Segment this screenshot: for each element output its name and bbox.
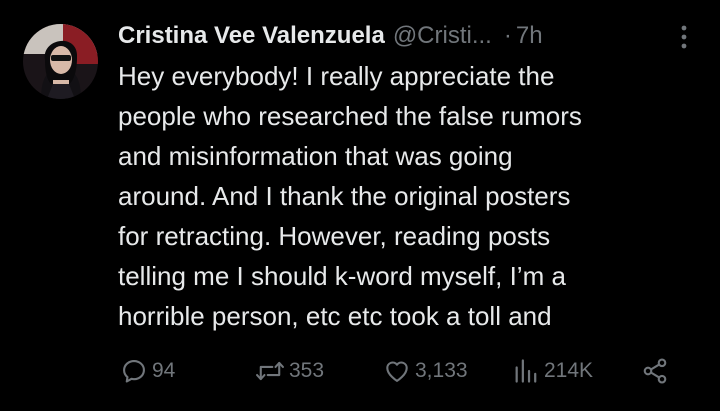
tweet-text-line: people who researched the false rumors — [118, 101, 582, 131]
like-button[interactable]: 3,133 — [383, 353, 468, 389]
tweet-text-line: horrible person, etc etc took a toll and — [118, 301, 552, 331]
repost-count: 353 — [289, 359, 325, 382]
repost-icon — [256, 361, 284, 381]
share-icon — [643, 358, 667, 384]
view-count: 214K — [544, 359, 594, 382]
tweet-text-line: Hey everybody! I really appreciate the — [118, 61, 555, 91]
header-separator: · — [503, 22, 512, 49]
avatar[interactable] — [23, 24, 98, 99]
views-button[interactable]: 214K — [512, 353, 593, 389]
reply-count: 94 — [152, 359, 176, 382]
more-vertical-icon — [681, 25, 687, 49]
tweet-text-line: around. And I thank the original posters — [118, 181, 571, 211]
like-count: 3,133 — [415, 359, 468, 382]
share-button[interactable] — [641, 353, 669, 389]
author-handle[interactable]: @Cristi... — [393, 22, 492, 50]
tweet-timestamp[interactable]: 7h — [516, 22, 543, 50]
more-options-button[interactable] — [672, 22, 696, 52]
repost-button[interactable]: 353 — [255, 353, 324, 389]
tweet-text-line: for retracting. However, reading posts — [118, 221, 551, 251]
like-icon — [386, 361, 408, 382]
author-display-name[interactable]: Cristina Vee Valenzuela — [118, 22, 385, 50]
views-icon — [515, 359, 537, 383]
tweet-text: Hey everybody! I really appreciate the p… — [118, 56, 698, 336]
reply-icon — [123, 360, 145, 383]
avatar-image — [23, 24, 98, 99]
tweet-header: Cristina Vee Valenzuela @Cristi... · 7h — [118, 18, 698, 54]
tweet-text-line: and misinformation that was going — [118, 141, 513, 171]
tweet: Cristina Vee Valenzuela @Cristi... · 7h … — [0, 0, 720, 411]
tweet-text-line: telling me I should k-word myself, I’m a — [118, 261, 566, 291]
tweet-actions-bar: 94 353 3,133 214K — [0, 353, 720, 389]
reply-button[interactable]: 94 — [120, 353, 175, 389]
